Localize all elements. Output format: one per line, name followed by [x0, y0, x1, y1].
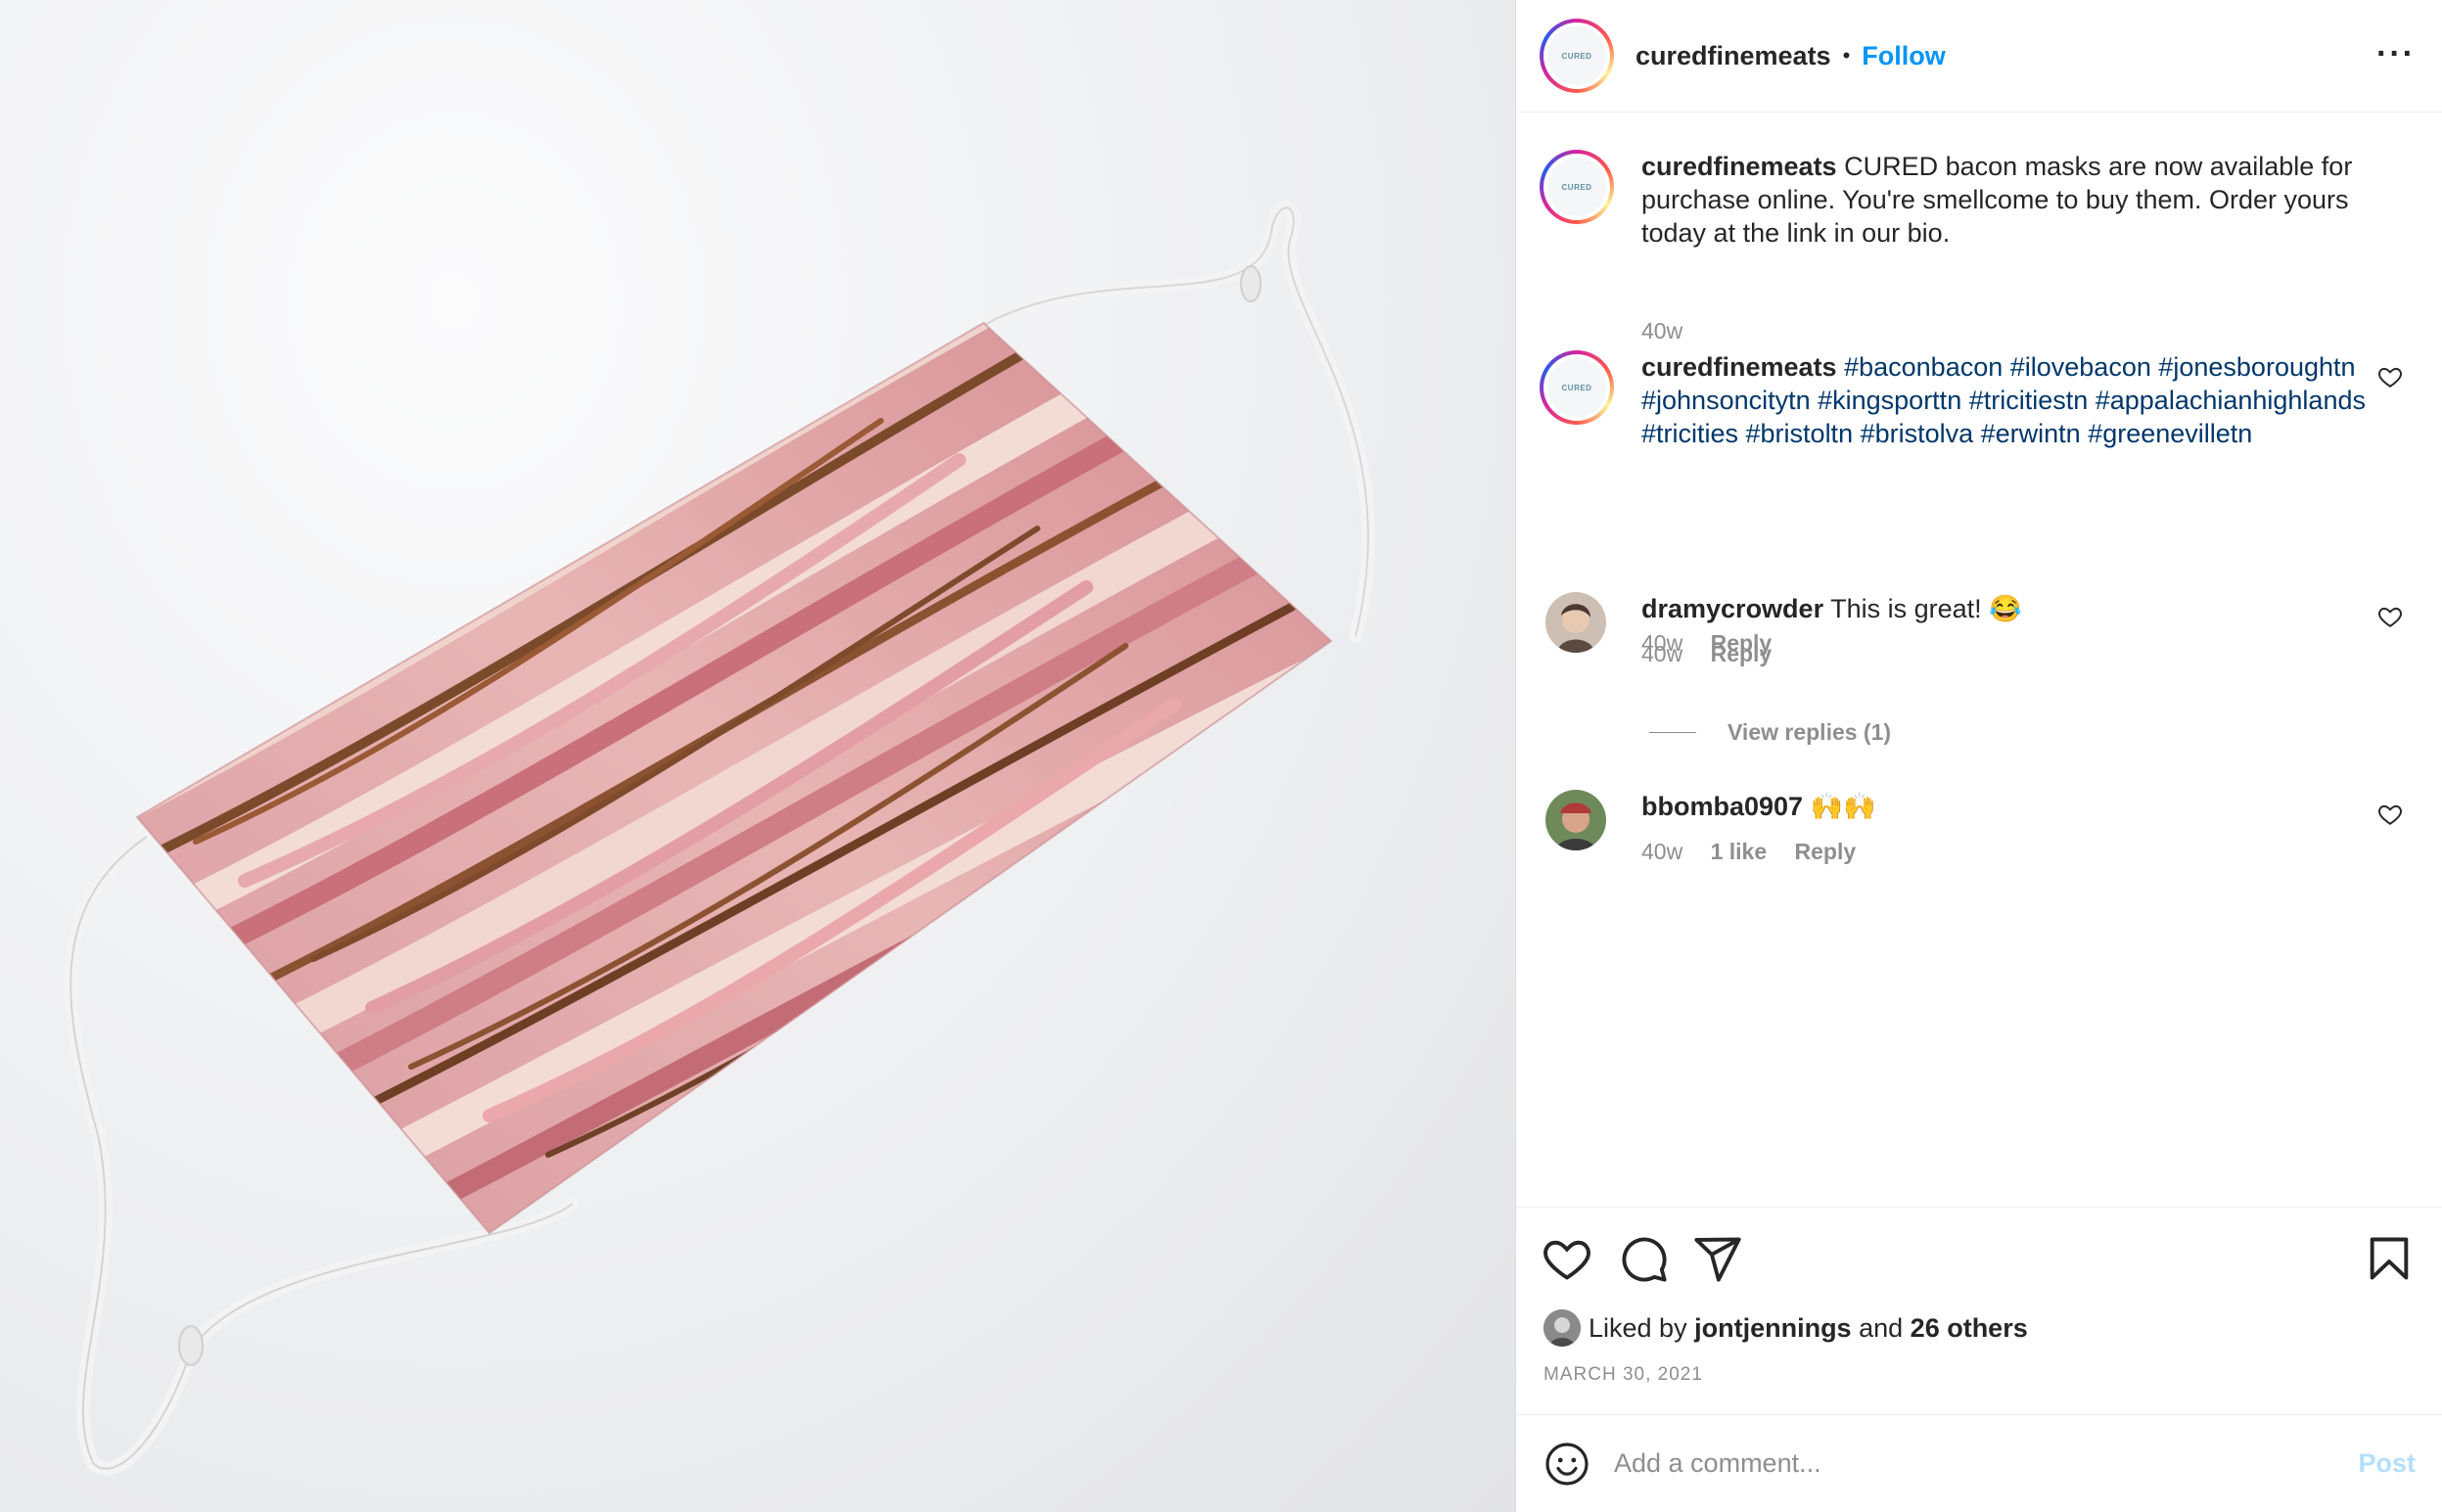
- comments-list[interactable]: CURED curedfinemeats CURED bacon masks a…: [1516, 113, 2442, 1207]
- post-actions: Liked by jontjennings and 26 others MARC…: [1516, 1207, 2442, 1414]
- liker-username[interactable]: jontjennings: [1694, 1313, 1851, 1344]
- comment-username[interactable]: curedfinemeats: [1641, 152, 1837, 181]
- like-comment-heart-icon[interactable]: [2377, 604, 2403, 629]
- likes-summary: Liked by jontjennings and 26 others: [1544, 1309, 2028, 1347]
- comment-meta: 40w Reply: [1641, 641, 1793, 667]
- author-avatar[interactable]: CURED: [1540, 19, 1614, 93]
- avatar-logo-text: CURED: [1561, 51, 1592, 61]
- author-username[interactable]: curedfinemeats: [1636, 41, 1831, 71]
- comment-text-block: dramycrowder This is great! 😂: [1641, 592, 2372, 625]
- caption-avatar[interactable]: CURED: [1540, 150, 1614, 224]
- view-replies-button[interactable]: View replies (1): [1649, 719, 1891, 746]
- likes-prefix: Liked by: [1589, 1312, 1687, 1343]
- comment-time: 40w: [1641, 839, 1683, 864]
- post-date[interactable]: MARCH 30, 2021: [1544, 1364, 1703, 1386]
- avatar-logo-text: CURED: [1561, 182, 1592, 192]
- hashtag-comment: CURED curedfinemeats #baconbacon #iloveb…: [1540, 350, 2420, 656]
- like-comment-heart-icon[interactable]: [2377, 364, 2403, 389]
- view-replies-label: View replies (1): [1728, 719, 1892, 745]
- reply-button[interactable]: Reply: [1795, 839, 1857, 864]
- post-sidebar: CURED curedfinemeats • Follow ··· CURED …: [1515, 0, 2442, 1512]
- comment-likes-count[interactable]: 1 like: [1711, 839, 1768, 864]
- header-separator: •: [1842, 43, 1851, 68]
- hashtag-text-block: curedfinemeats #baconbacon #ilovebacon #…: [1641, 350, 2372, 450]
- comment-meta: 40w 1 like Reply: [1641, 839, 1877, 865]
- caption-text-block: curedfinemeats CURED bacon masks are now…: [1641, 150, 2372, 250]
- likes-and: and: [1859, 1312, 1904, 1343]
- comment-avatar[interactable]: CURED: [1540, 350, 1614, 425]
- reply-button[interactable]: Reply: [1711, 641, 1773, 666]
- bacon-mask-illustration: [64, 201, 1375, 1476]
- bookmark-icon[interactable]: [2364, 1233, 2415, 1284]
- comment-input[interactable]: [1614, 1448, 2359, 1479]
- more-icon[interactable]: ···: [2376, 35, 2416, 73]
- comment-meta: 40w: [1641, 318, 1704, 344]
- post-image[interactable]: [0, 0, 1515, 1512]
- liker-avatar[interactable]: [1544, 1309, 1581, 1347]
- comment-time: 40w: [1641, 318, 1683, 344]
- commenter-avatar[interactable]: [1545, 592, 1606, 653]
- heart-icon[interactable]: [1542, 1233, 1592, 1284]
- follow-button[interactable]: Follow: [1862, 41, 1945, 71]
- add-comment-bar: Post: [1516, 1414, 2442, 1512]
- share-icon[interactable]: [1692, 1233, 1743, 1284]
- comment-time: 40w: [1641, 641, 1683, 666]
- like-comment-heart-icon[interactable]: [2377, 802, 2403, 827]
- avatar-logo-text: CURED: [1561, 383, 1592, 392]
- comment-username[interactable]: bbomba0907: [1641, 792, 1803, 821]
- emoji-icon[interactable]: [1544, 1441, 1590, 1488]
- view-replies-line: [1649, 732, 1696, 733]
- comment-text: This is great! 😂: [1830, 594, 2022, 623]
- comment-icon[interactable]: [1618, 1233, 1669, 1284]
- comment-username[interactable]: curedfinemeats: [1641, 352, 1837, 382]
- user-comment: bbomba0907 🙌🙌 40w 1 like Reply: [1540, 790, 2420, 937]
- comment-text-block: bbomba0907 🙌🙌: [1641, 790, 2372, 823]
- likes-others[interactable]: 26 others: [1911, 1313, 2028, 1344]
- commenter-avatar[interactable]: [1545, 790, 1606, 850]
- post-comment-button[interactable]: Post: [2358, 1448, 2416, 1479]
- caption-comment: CURED curedfinemeats CURED bacon masks a…: [1540, 150, 2420, 344]
- user-comment: dramycrowder This is great! 😂 40w Reply: [1540, 592, 2420, 739]
- comment-username[interactable]: dramycrowder: [1641, 594, 1823, 623]
- post-header: CURED curedfinemeats • Follow ···: [1516, 0, 2442, 113]
- comment-text: 🙌🙌: [1810, 792, 1876, 821]
